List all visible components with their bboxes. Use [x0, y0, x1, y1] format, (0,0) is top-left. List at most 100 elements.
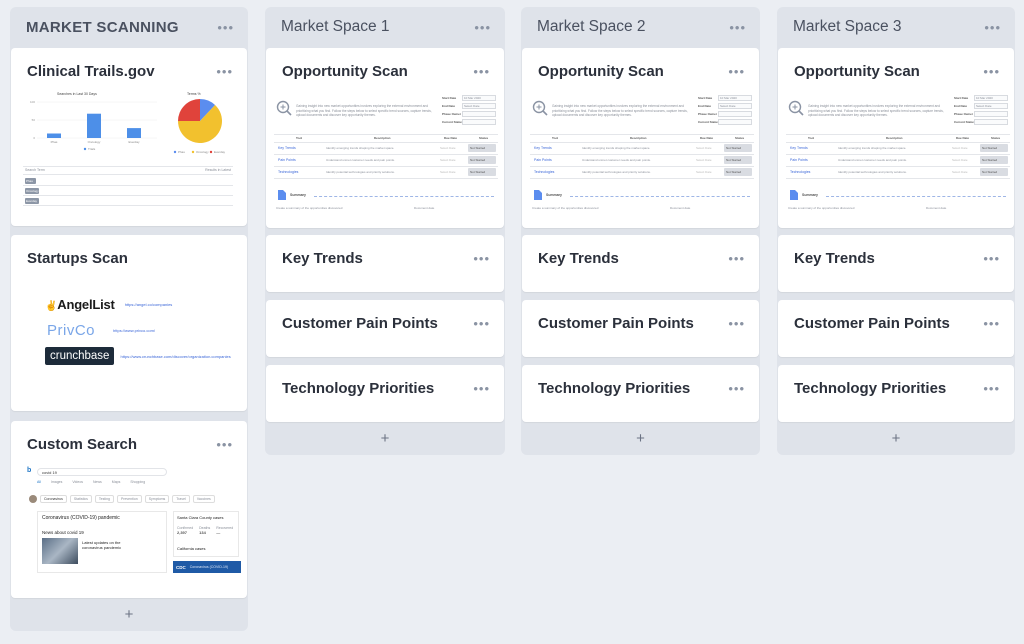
- chip[interactable]: Symptoms: [144, 495, 170, 503]
- status-dropdown[interactable]: Not Started: [724, 168, 752, 176]
- due-date[interactable]: Select Date: [440, 158, 456, 162]
- side-field-input[interactable]: [718, 111, 752, 117]
- due-date[interactable]: Select Date: [952, 158, 968, 162]
- card-menu-icon[interactable]: •••: [728, 317, 745, 330]
- privco-url[interactable]: https://www.privco.com/: [113, 328, 155, 333]
- tool-link[interactable]: Key Trends: [790, 146, 808, 150]
- add-card-button[interactable]: +: [10, 597, 248, 631]
- card-startups-scan[interactable]: Startups Scan ✌AngelList https://angel.c…: [11, 235, 247, 411]
- search-tab[interactable]: All: [37, 480, 41, 484]
- search-tab[interactable]: Shopping: [130, 480, 145, 484]
- side-field-input[interactable]: Select Date: [462, 103, 496, 109]
- card-customer-pain-points[interactable]: Customer Pain Points •••: [522, 300, 759, 357]
- tool-link[interactable]: Technologies: [278, 170, 298, 174]
- card-menu-icon[interactable]: •••: [473, 382, 490, 395]
- chip[interactable]: Statistics: [69, 495, 92, 503]
- status-dropdown[interactable]: Not Started: [468, 144, 496, 152]
- cdc-banner[interactable]: CDC Coronavirus (COVID-19): [173, 561, 241, 573]
- card-key-trends[interactable]: Key Trends •••: [522, 235, 759, 292]
- side-field-input[interactable]: [462, 119, 496, 125]
- card-menu-icon[interactable]: •••: [983, 317, 1000, 330]
- side-field-input[interactable]: [974, 119, 1008, 125]
- add-card-button[interactable]: +: [521, 421, 760, 455]
- add-card-button[interactable]: +: [777, 421, 1015, 455]
- angellist-url[interactable]: https://angel.co/companies: [125, 302, 173, 307]
- column-menu-icon[interactable]: •••: [217, 21, 234, 34]
- column-menu-icon[interactable]: •••: [729, 21, 746, 34]
- status-dropdown[interactable]: Not Started: [724, 144, 752, 152]
- card-menu-icon[interactable]: •••: [983, 382, 1000, 395]
- tool-link[interactable]: Technologies: [790, 170, 810, 174]
- side-field-input[interactable]: Select Date: [718, 103, 752, 109]
- card-customer-pain-points[interactable]: Customer Pain Points •••: [778, 300, 1014, 357]
- card-key-trends[interactable]: Key Trends •••: [266, 235, 504, 292]
- due-date[interactable]: Select Date: [696, 158, 712, 162]
- card-menu-icon[interactable]: •••: [983, 252, 1000, 265]
- chip[interactable]: Testing: [94, 495, 114, 503]
- add-card-button[interactable]: +: [265, 421, 505, 455]
- card-menu-icon[interactable]: •••: [216, 65, 233, 78]
- tool-link[interactable]: Key Trends: [278, 146, 296, 150]
- side-field-input[interactable]: 10 Mar 2020: [718, 95, 752, 101]
- chip[interactable]: Prevention: [116, 495, 142, 503]
- search-row[interactable]: Phas: [25, 178, 36, 184]
- tool-link[interactable]: Key Trends: [534, 146, 552, 150]
- tool-link[interactable]: Technologies: [534, 170, 554, 174]
- column-menu-icon[interactable]: •••: [984, 21, 1001, 34]
- angellist-row[interactable]: ✌AngelList https://angel.co/companies: [45, 297, 172, 312]
- card-menu-icon[interactable]: •••: [216, 438, 233, 451]
- card-menu-icon[interactable]: •••: [728, 252, 745, 265]
- side-field-input[interactable]: Select Date: [974, 103, 1008, 109]
- search-tab[interactable]: Images: [51, 480, 62, 484]
- card-custom-search[interactable]: Custom Search ••• b covid 19 All Images …: [11, 421, 247, 598]
- due-date[interactable]: Select Date: [440, 146, 456, 150]
- chip[interactable]: Vaccines: [192, 495, 215, 503]
- chip[interactable]: Coronavirus: [40, 495, 67, 503]
- card-opportunity-scan[interactable]: Opportunity Scan ••• Gaining insight into …: [266, 48, 504, 228]
- search-tab[interactable]: Videos: [72, 480, 83, 484]
- due-date[interactable]: Select Date: [440, 170, 456, 174]
- result-title[interactable]: Coronavirus (COVID-19) pandemic: [42, 515, 120, 521]
- tool-link[interactable]: Pain Points: [790, 158, 808, 162]
- status-dropdown[interactable]: Not Started: [724, 156, 752, 164]
- side-field-input[interactable]: 10 Mar 2020: [974, 95, 1008, 101]
- due-date[interactable]: Select Date: [952, 146, 968, 150]
- card-opportunity-scan[interactable]: Opportunity Scan ••• Gaining insight into …: [778, 48, 1014, 228]
- card-clinical-trials[interactable]: Clinical Trails.gov ••• Searches in Last…: [11, 48, 247, 226]
- column-menu-icon[interactable]: •••: [474, 21, 491, 34]
- search-bar[interactable]: covid 19: [37, 468, 167, 476]
- card-menu-icon[interactable]: •••: [728, 382, 745, 395]
- side-field-input[interactable]: 10 Mar 2020: [462, 95, 496, 101]
- news-headline[interactable]: Latest updates on the coronavirus pandem…: [82, 540, 140, 550]
- card-customer-pain-points[interactable]: Customer Pain Points •••: [266, 300, 504, 357]
- privco-row[interactable]: PrivCo https://www.privco.com/: [47, 322, 155, 339]
- card-menu-icon[interactable]: •••: [473, 252, 490, 265]
- search-tab[interactable]: Maps: [112, 480, 121, 484]
- status-dropdown[interactable]: Not Started: [468, 168, 496, 176]
- side-field-input[interactable]: [718, 119, 752, 125]
- chip[interactable]: Travel: [172, 495, 190, 503]
- due-date[interactable]: Select Date: [696, 170, 712, 174]
- card-menu-icon[interactable]: •••: [473, 317, 490, 330]
- tool-link[interactable]: Pain Points: [534, 158, 552, 162]
- card-key-trends[interactable]: Key Trends •••: [778, 235, 1014, 292]
- status-dropdown[interactable]: Not Started: [980, 144, 1008, 152]
- card-menu-icon[interactable]: •••: [728, 65, 745, 78]
- side-field-input[interactable]: [974, 111, 1008, 117]
- status-dropdown[interactable]: Not Started: [980, 156, 1008, 164]
- card-technology-priorities[interactable]: Technology Priorities •••: [266, 365, 504, 422]
- search-row[interactable]: Everday: [25, 198, 39, 204]
- card-technology-priorities[interactable]: Technology Priorities •••: [778, 365, 1014, 422]
- due-date[interactable]: Select Date: [696, 146, 712, 150]
- card-menu-icon[interactable]: •••: [473, 65, 490, 78]
- due-date[interactable]: Select Date: [952, 170, 968, 174]
- card-technology-priorities[interactable]: Technology Priorities •••: [522, 365, 759, 422]
- tool-link[interactable]: Pain Points: [278, 158, 296, 162]
- card-opportunity-scan[interactable]: Opportunity Scan ••• Gaining insight into …: [522, 48, 759, 228]
- crunchbase-url[interactable]: https://www.crunchbase.com/discover/orga…: [120, 354, 230, 359]
- crunchbase-row[interactable]: crunchbase https://www.crunchbase.com/di…: [45, 347, 231, 365]
- side-field-input[interactable]: [462, 111, 496, 117]
- card-menu-icon[interactable]: •••: [983, 65, 1000, 78]
- search-tab[interactable]: News: [93, 480, 102, 484]
- search-row[interactable]: Oncology: [25, 188, 39, 194]
